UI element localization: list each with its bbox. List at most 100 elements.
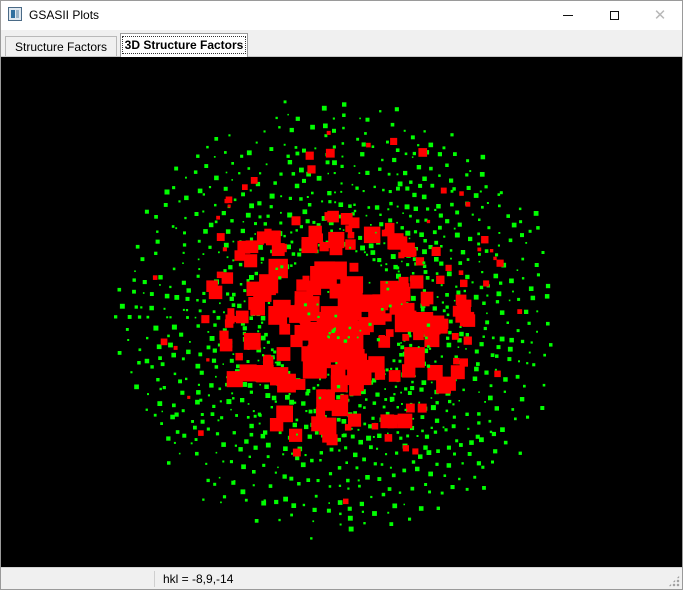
observed-reflection	[245, 212, 251, 218]
observed-reflection	[416, 219, 420, 223]
observed-reflection	[210, 412, 215, 416]
calculated-reflection	[242, 184, 248, 190]
observed-reflection	[372, 401, 377, 405]
observed-reflection	[327, 373, 330, 376]
observed-reflection	[246, 150, 252, 156]
observed-reflection	[453, 152, 457, 156]
observed-reflection	[310, 124, 315, 130]
observed-reflection	[230, 408, 232, 411]
observed-reflection	[265, 163, 268, 166]
observed-reflection	[390, 399, 393, 402]
calculated-reflection	[452, 305, 464, 317]
observed-reflection	[316, 303, 319, 306]
calculated-reflection	[402, 333, 410, 341]
observed-reflection	[283, 496, 288, 502]
observed-reflection	[261, 500, 267, 506]
structure-factor-3d-plot[interactable]	[1, 57, 682, 567]
observed-reflection	[392, 359, 396, 363]
calculated-reflection	[307, 165, 316, 174]
observed-reflection	[282, 453, 285, 456]
observed-reflection	[392, 157, 397, 163]
observed-reflection	[171, 225, 175, 228]
title-bar[interactable]: GSASII Plots ✕	[1, 1, 682, 30]
observed-reflection	[278, 518, 281, 522]
observed-reflection	[288, 196, 292, 200]
observed-reflection	[395, 148, 400, 152]
observed-reflection	[219, 302, 221, 305]
observed-reflection	[185, 296, 190, 301]
calculated-reflection	[349, 383, 362, 396]
observed-reflection	[368, 281, 371, 284]
maximize-button[interactable]	[591, 1, 637, 30]
observed-reflection	[380, 308, 384, 311]
close-button[interactable]: ✕	[637, 1, 683, 30]
observed-reflection	[387, 172, 391, 176]
observed-reflection	[160, 362, 165, 367]
observed-reflection	[167, 334, 170, 338]
observed-reflection	[403, 129, 406, 132]
observed-reflection	[394, 385, 398, 388]
calculated-reflection	[348, 217, 360, 229]
observed-reflection	[370, 250, 376, 255]
observed-reflection	[465, 348, 467, 350]
observed-reflection	[173, 372, 177, 376]
observed-reflection	[168, 342, 173, 348]
observed-reflection	[358, 484, 361, 488]
observed-reflection	[426, 450, 432, 455]
observed-reflection	[434, 240, 439, 245]
calculated-reflection	[451, 333, 459, 340]
observed-reflection	[422, 176, 427, 181]
observed-reflection	[518, 360, 520, 363]
observed-reflection	[396, 406, 399, 409]
observed-reflection	[430, 397, 433, 399]
observed-reflection	[511, 408, 515, 411]
observed-reflection	[442, 146, 446, 150]
observed-reflection	[377, 258, 382, 263]
observed-reflection	[162, 386, 166, 390]
tab-3d-structure-factors[interactable]: 3D Structure Factors	[120, 33, 248, 57]
observed-reflection	[185, 176, 187, 179]
observed-reflection	[443, 474, 447, 477]
calculated-reflection	[246, 281, 261, 296]
observed-reflection	[353, 165, 356, 167]
tab-label: 3D Structure Factors	[121, 36, 247, 54]
observed-reflection	[336, 417, 341, 422]
observed-reflection	[243, 300, 246, 303]
observed-reflection	[212, 404, 216, 408]
observed-reflection	[208, 245, 212, 249]
observed-reflection	[438, 213, 443, 218]
observed-reflection	[196, 274, 200, 278]
calculated-reflection	[493, 256, 497, 261]
observed-reflection	[303, 303, 307, 307]
observed-reflection	[249, 432, 254, 437]
minimize-button[interactable]	[545, 1, 591, 30]
observed-reflection	[194, 316, 197, 319]
calculated-reflection	[219, 338, 233, 352]
observed-reflection	[479, 342, 484, 347]
observed-reflection	[138, 348, 142, 352]
observed-reflection	[214, 137, 219, 141]
tab-structure-factors[interactable]: Structure Factors	[5, 36, 117, 56]
observed-reflection	[368, 243, 374, 249]
observed-reflection	[426, 207, 430, 211]
observed-reflection	[375, 231, 377, 234]
observed-reflection	[294, 183, 300, 189]
observed-reflection	[498, 232, 501, 234]
observed-reflection	[292, 422, 297, 428]
observed-reflection	[182, 262, 184, 264]
plot-area[interactable]	[1, 57, 682, 567]
calculated-reflection	[445, 264, 452, 271]
observed-reflection	[260, 433, 266, 439]
observed-reflection	[404, 204, 410, 210]
observed-reflection	[432, 306, 437, 311]
observed-reflection	[302, 209, 308, 215]
observed-reflection	[387, 487, 392, 491]
observed-reflection	[459, 331, 464, 337]
observed-reflection	[180, 390, 185, 395]
resize-grip-icon[interactable]	[668, 575, 680, 587]
observed-reflection	[206, 427, 210, 431]
observed-reflection	[435, 272, 439, 275]
observed-reflection	[341, 433, 345, 438]
calculated-reflection	[227, 308, 235, 316]
observed-reflection	[275, 267, 278, 270]
